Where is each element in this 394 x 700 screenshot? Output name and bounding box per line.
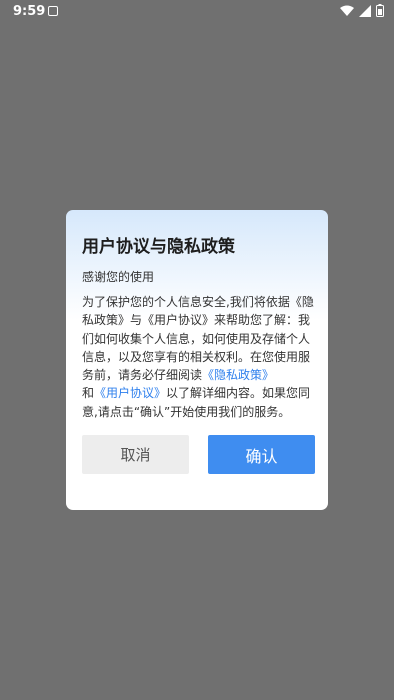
dialog-subtitle: 感谢您的使用 (82, 270, 155, 284)
notification-app-icon (48, 6, 58, 16)
battery-icon (376, 4, 384, 17)
dialog-body: 为了保护您的个人信息安全,我们将依据《隐私政策》与《用户协议》来帮助您了解：我们… (82, 293, 314, 421)
privacy-policy-link[interactable]: 《隐私政策》 (202, 368, 274, 382)
user-agreement-link[interactable]: 《用户协议》 (94, 386, 166, 400)
signal-icon (359, 4, 371, 17)
confirm-button[interactable]: 确认 (208, 435, 315, 474)
body-text-part1: 为了保护您的个人信息安全,我们将依据《隐私政策》与《用户协议》来帮助您了解：我们… (82, 295, 314, 383)
wifi-icon (340, 5, 354, 16)
status-bar: 9:59 (0, 0, 394, 24)
body-text-and: 和 (82, 386, 95, 401)
dialog-title: 用户协议与隐私政策 (82, 237, 235, 257)
status-time: 9:59 (13, 4, 46, 19)
privacy-dialog: 用户协议与隐私政策 感谢您的使用 为了保护您的个人信息安全,我们将依据《隐私政策… (66, 210, 328, 510)
cancel-button[interactable]: 取消 (82, 435, 189, 474)
status-icons (340, 4, 384, 17)
